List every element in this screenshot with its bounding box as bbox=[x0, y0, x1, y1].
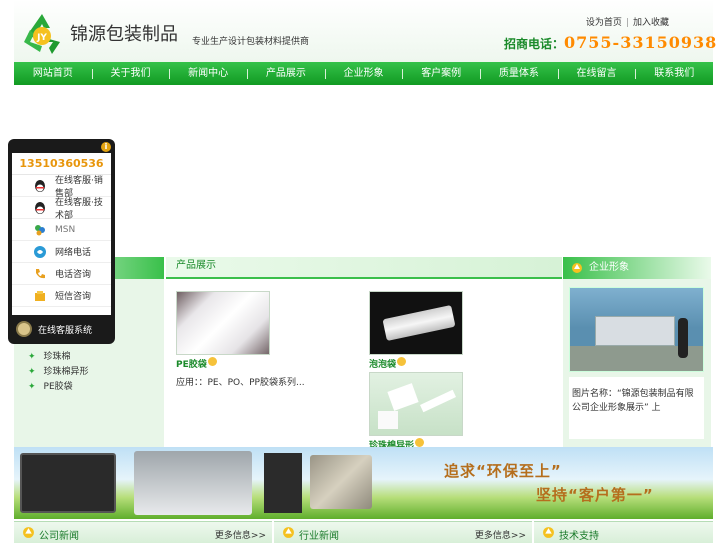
set-homepage-link[interactable]: 设为首页 bbox=[586, 15, 622, 28]
factory-machine bbox=[595, 316, 675, 346]
category-item[interactable]: ✦ PE胶袋 bbox=[28, 380, 89, 395]
foam-shape bbox=[378, 411, 398, 429]
hotline-label: 招商电话： bbox=[504, 37, 565, 51]
product-card[interactable]: 泡泡袋 bbox=[369, 291, 463, 370]
corporate-image-title: 企业形象 bbox=[589, 262, 629, 273]
product-desc: 应用：：PE、PO、PP胶袋系列... bbox=[176, 378, 305, 388]
top-links: 设为首页 | 加入收藏 bbox=[586, 15, 669, 28]
nav-item-message[interactable]: 在线留言 bbox=[557, 62, 636, 85]
section-title: 行业新闻 bbox=[299, 531, 339, 542]
brand-name: 锦源包装制品 bbox=[70, 24, 178, 45]
section-company-news: 公司新闻 更多信息>> bbox=[14, 521, 272, 543]
service-row-qq-tech[interactable]: 在线客服·技术部 bbox=[12, 197, 111, 221]
qq-icon bbox=[35, 201, 45, 214]
msn-icon bbox=[35, 224, 45, 235]
bullet-icon: ✦ bbox=[28, 352, 36, 362]
service-footer[interactable]: 在线客服系统 bbox=[16, 321, 92, 337]
product-card[interactable]: 珍珠棉异形 bbox=[369, 372, 463, 451]
nav-item-cases[interactable]: 客户案例 bbox=[402, 62, 480, 85]
nav-item-quality[interactable]: 质量体系 bbox=[480, 62, 558, 85]
section-industry-news: 行业新闻 更多信息>> bbox=[274, 521, 532, 543]
factory-photo[interactable] bbox=[569, 287, 704, 372]
add-favorite-link[interactable]: 加入收藏 bbox=[633, 15, 669, 28]
category-label: 珍珠棉异形 bbox=[43, 367, 89, 377]
product-name[interactable]: 泡泡袋 bbox=[369, 360, 396, 370]
service-label: MSN bbox=[55, 224, 76, 235]
recycle-logo-icon[interactable]: JY bbox=[20, 12, 64, 56]
section-tech-support: 技术支持 bbox=[534, 521, 713, 543]
new-badge-icon bbox=[415, 438, 425, 447]
category-label: 珍珠棉 bbox=[43, 352, 71, 362]
nav-item-products[interactable]: 产品展示 bbox=[247, 62, 325, 85]
main-nav: 网站首页 关于我们 新闻中心 产品展示 企业形象 客户案例 质量体系 在线留言 … bbox=[14, 62, 713, 85]
recycle-icon bbox=[543, 527, 554, 538]
product-name[interactable]: PE胶袋 bbox=[176, 360, 207, 370]
banner-case-image bbox=[20, 453, 116, 513]
category-list: ✦ 珍珠棉 ✦ 珍珠棉异形 ✦ PE胶袋 bbox=[28, 350, 89, 395]
bullet-icon: ✦ bbox=[28, 382, 36, 392]
skype-icon bbox=[34, 245, 46, 258]
service-label: 电话咨询 bbox=[55, 270, 92, 280]
category-item[interactable]: ✦ 珍珠棉 bbox=[28, 350, 89, 365]
banner-foam-image bbox=[134, 451, 252, 515]
new-badge-icon bbox=[397, 357, 407, 366]
foam-shape bbox=[419, 389, 457, 413]
product-image[interactable] bbox=[369, 372, 463, 436]
service-list: 13510360536 在线客服·销售部 在线客服·技术部 MSN 网络电话 电… bbox=[12, 153, 111, 315]
nav-item-contact[interactable]: 联系我们 bbox=[635, 62, 713, 85]
product-card[interactable]: PE胶袋 应用：：PE、PO、PP胶袋系列... bbox=[176, 291, 305, 388]
foam-shape bbox=[387, 383, 419, 411]
bottom-sections: 公司新闻 更多信息>> 行业新闻 更多信息>> 技术支持 bbox=[14, 521, 713, 545]
divider: | bbox=[625, 18, 629, 28]
hotline-number: 0755-33150938 bbox=[564, 33, 718, 52]
site-header: JY 锦源包装制品 专业生产设计包装材料提供商 设为首页 | 加入收藏 招商电话：0… bbox=[14, 0, 716, 62]
logo-initials: JY bbox=[36, 33, 47, 43]
nav-item-news[interactable]: 新闻中心 bbox=[169, 62, 247, 85]
bubble-bag-shape bbox=[382, 304, 456, 342]
recycle-icon bbox=[572, 263, 582, 273]
support-avatar-icon bbox=[16, 321, 32, 337]
service-row-netphone[interactable]: 网络电话 bbox=[12, 241, 111, 263]
banner-slogan-1: 追求“环保至上” bbox=[444, 462, 562, 480]
product-image[interactable] bbox=[369, 291, 463, 355]
bullet-icon: ✦ bbox=[28, 367, 36, 377]
more-link[interactable]: 更多信息>> bbox=[215, 528, 266, 541]
section-title: 技术支持 bbox=[559, 531, 599, 542]
category-label: PE胶袋 bbox=[43, 382, 73, 392]
service-footer-label: 在线客服系统 bbox=[38, 325, 93, 336]
promo-banner[interactable]: 追求“环保至上” 坚持“客户第一” bbox=[14, 447, 713, 519]
corporate-image-panel: 企业形象 图片名称：“锦源包装制品有限公司企业形象展示” 上 bbox=[563, 257, 711, 447]
nav-item-home[interactable]: 网站首页 bbox=[14, 62, 92, 85]
corporate-image-header: 企业形象 bbox=[563, 257, 711, 279]
nav-item-image[interactable]: 企业形象 bbox=[324, 62, 403, 85]
recycle-icon bbox=[23, 527, 34, 538]
products-title: 产品展示 bbox=[166, 257, 562, 279]
service-label: 在线客服·技术部 bbox=[55, 197, 103, 221]
nav-item-about[interactable]: 关于我们 bbox=[91, 62, 170, 85]
service-row-sms[interactable]: 短信咨询 bbox=[12, 285, 111, 307]
telephone-icon bbox=[36, 268, 45, 278]
service-row-msn[interactable]: MSN bbox=[12, 219, 111, 241]
corporate-image-caption: 图片名称：“锦源包装制品有限公司企业形象展示” 上 bbox=[569, 377, 704, 439]
worker-figure bbox=[678, 318, 688, 358]
slogan: 专业生产设计包装材料提供商 bbox=[192, 37, 310, 47]
banner-slogan-2: 坚持“客户第一” bbox=[536, 486, 654, 504]
service-label: 短信咨询 bbox=[55, 292, 92, 302]
qq-icon bbox=[35, 179, 45, 192]
more-link[interactable]: 更多信息>> bbox=[475, 528, 526, 541]
info-icon[interactable]: i bbox=[101, 142, 111, 152]
banner-bottles-image bbox=[264, 453, 302, 513]
sms-icon bbox=[35, 290, 45, 301]
hotline: 招商电话：0755-33150938 bbox=[504, 33, 717, 52]
banner-tin-image bbox=[310, 455, 372, 509]
recycle-icon bbox=[283, 527, 294, 538]
products-section: 产品展示 PE胶袋 应用：：PE、PO、PP胶袋系列... 泡泡袋 珍珠棉异形 bbox=[166, 257, 562, 451]
service-label: 网络电话 bbox=[55, 248, 92, 258]
product-image[interactable] bbox=[176, 291, 270, 355]
category-item[interactable]: ✦ 珍珠棉异形 bbox=[28, 365, 89, 380]
online-service-widget: i 13510360536 在线客服·销售部 在线客服·技术部 MSN 网络电话… bbox=[8, 139, 115, 344]
new-badge-icon bbox=[207, 357, 217, 366]
section-title: 公司新闻 bbox=[39, 531, 79, 542]
service-row-phone[interactable]: 电话咨询 bbox=[12, 263, 111, 285]
